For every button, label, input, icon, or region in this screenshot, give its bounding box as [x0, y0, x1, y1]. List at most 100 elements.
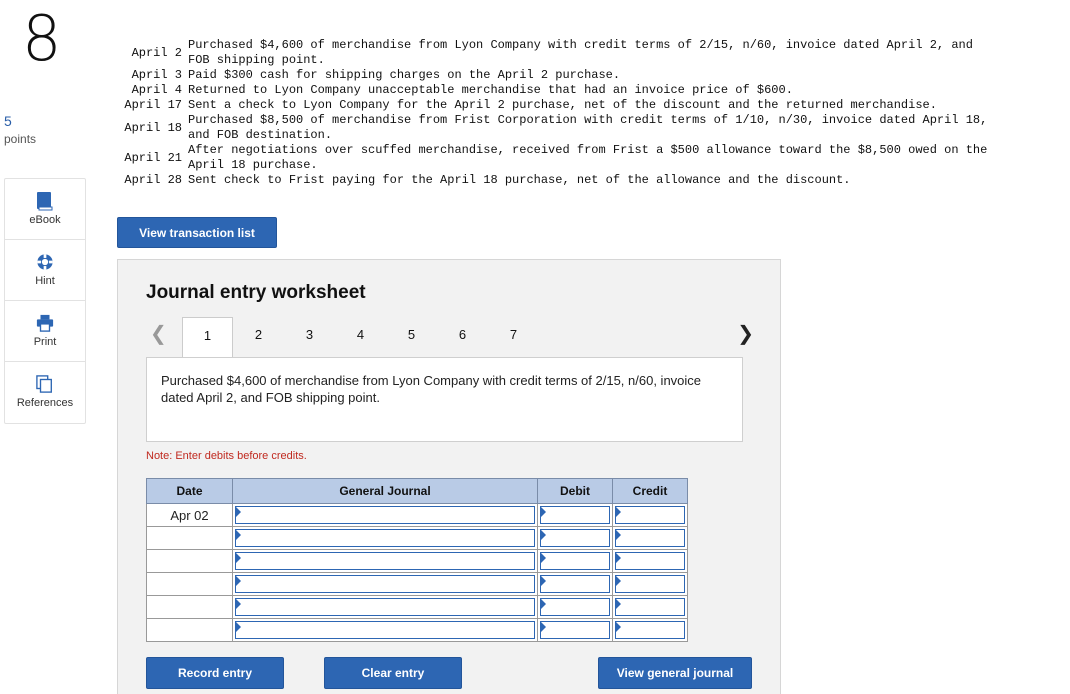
transaction-row: April 2 Purchased $4,600 of merchandise …	[110, 38, 1060, 68]
credit-input[interactable]	[615, 506, 685, 524]
page-tab-1[interactable]: 1	[182, 317, 233, 359]
entry-pager: ❮ 1 2 3 4 5 6 7 ❯	[146, 317, 754, 359]
points-value: 5	[4, 113, 12, 129]
transaction-date: April 21	[124, 150, 182, 165]
transaction-text: Purchased $4,600 of merchandise from Lyo…	[188, 38, 1060, 68]
tool-label-print: Print	[33, 336, 57, 348]
transaction-row: April 18 Purchased $8,500 of merchandise…	[110, 113, 1060, 143]
transaction-line: Purchased $4,600 of merchandise from Lyo…	[188, 38, 973, 52]
transaction-line: Sent check to Frist paying for the April…	[188, 173, 851, 187]
debit-cell[interactable]	[537, 618, 613, 642]
credit-input[interactable]	[615, 621, 685, 639]
transaction-row: April 3 Paid $300 cash for shipping char…	[110, 68, 1060, 83]
credit-cell[interactable]	[612, 595, 688, 619]
debit-cell[interactable]	[537, 572, 613, 596]
account-cell[interactable]	[232, 526, 538, 550]
page-tab-3[interactable]: 3	[284, 317, 335, 358]
transaction-row: April 21 After negotiations over scuffed…	[110, 143, 1060, 173]
column-header-general-journal: General Journal	[232, 478, 538, 504]
table-row	[146, 618, 688, 642]
credit-cell[interactable]	[612, 618, 688, 642]
debit-cell[interactable]	[537, 503, 613, 527]
transaction-line: Returned to Lyon Company unacceptable me…	[188, 83, 793, 97]
page-tab-2[interactable]: 2	[233, 317, 284, 358]
transaction-text: Sent a check to Lyon Company for the Apr…	[188, 98, 1060, 113]
ebook-button[interactable]: eBook	[5, 179, 85, 240]
debit-cell[interactable]	[537, 526, 613, 550]
credit-input[interactable]	[615, 598, 685, 616]
date-cell	[146, 572, 233, 596]
credit-input[interactable]	[615, 552, 685, 570]
date-cell	[146, 595, 233, 619]
credit-cell[interactable]	[612, 503, 688, 527]
debit-cell[interactable]	[537, 549, 613, 573]
journal-entry-worksheet: Journal entry worksheet ❮ 1 2 3 4 5 6 7 …	[117, 259, 781, 694]
print-button[interactable]: Print	[5, 301, 85, 362]
entry-note: Note: Enter debits before credits.	[146, 450, 307, 462]
prev-arrow-icon[interactable]: ❮	[150, 321, 167, 345]
view-general-journal-button[interactable]: View general journal	[598, 657, 752, 689]
book-icon	[37, 192, 53, 211]
tools-panel: eBook Hint Print References	[4, 178, 86, 424]
tool-label-references: References	[16, 397, 74, 409]
transaction-text: Sent check to Frist paying for the April…	[188, 173, 1060, 188]
account-input[interactable]	[235, 575, 535, 593]
table-row	[146, 572, 688, 596]
debit-input[interactable]	[540, 529, 610, 547]
transaction-text: Purchased $8,500 of merchandise from Fri…	[188, 113, 1060, 143]
date-cell: Apr 02	[146, 503, 233, 527]
account-cell[interactable]	[232, 595, 538, 619]
transaction-line: Paid $300 cash for shipping charges on t…	[188, 68, 621, 82]
account-cell[interactable]	[232, 549, 538, 573]
account-input[interactable]	[235, 552, 535, 570]
hint-button[interactable]: Hint	[5, 240, 85, 301]
account-input[interactable]	[235, 621, 535, 639]
transaction-text: After negotiations over scuffed merchand…	[188, 143, 1060, 173]
transaction-line: Purchased $8,500 of merchandise from Fri…	[188, 113, 988, 127]
credit-cell[interactable]	[612, 572, 688, 596]
date-cell	[146, 549, 233, 573]
credit-cell[interactable]	[612, 549, 688, 573]
page-tab-4[interactable]: 4	[335, 317, 386, 358]
transaction-row: April 28 Sent check to Frist paying for …	[110, 173, 1060, 188]
credit-input[interactable]	[615, 575, 685, 593]
transaction-row: April 4 Returned to Lyon Company unaccep…	[110, 83, 1060, 98]
page-tab-5[interactable]: 5	[386, 317, 437, 358]
transaction-text: Paid $300 cash for shipping charges on t…	[188, 68, 1060, 83]
account-input[interactable]	[235, 598, 535, 616]
next-arrow-icon[interactable]: ❯	[737, 321, 754, 345]
column-header-date: Date	[146, 478, 233, 504]
transaction-date: April 4	[131, 83, 182, 97]
transaction-date: April 3	[131, 68, 182, 82]
debit-input[interactable]	[540, 598, 610, 616]
transaction-line: After negotiations over scuffed merchand…	[188, 143, 988, 157]
account-input[interactable]	[235, 529, 535, 547]
debit-cell[interactable]	[537, 595, 613, 619]
date-cell	[146, 526, 233, 550]
transaction-line: and FOB destination.	[188, 128, 333, 142]
transaction-line: April 18 purchase.	[188, 158, 318, 172]
clear-entry-button[interactable]: Clear entry	[324, 657, 462, 689]
references-button[interactable]: References	[5, 362, 85, 423]
account-cell[interactable]	[232, 572, 538, 596]
page-tab-6[interactable]: 6	[437, 317, 488, 358]
view-transaction-list-button[interactable]: View transaction list	[117, 217, 277, 248]
credit-cell[interactable]	[612, 526, 688, 550]
account-cell[interactable]	[232, 503, 538, 527]
account-input[interactable]	[235, 506, 535, 524]
hint-icon	[37, 254, 53, 270]
print-icon	[36, 314, 54, 332]
debit-input[interactable]	[540, 552, 610, 570]
record-entry-button[interactable]: Record entry	[146, 657, 284, 689]
transaction-text: Returned to Lyon Company unacceptable me…	[188, 83, 1060, 98]
debit-input[interactable]	[540, 621, 610, 639]
table-row	[146, 595, 688, 619]
debit-input[interactable]	[540, 506, 610, 524]
debit-input[interactable]	[540, 575, 610, 593]
account-cell[interactable]	[232, 618, 538, 642]
transaction-description: Purchased $4,600 of merchandise from Lyo…	[146, 357, 743, 442]
transaction-line: Sent a check to Lyon Company for the Apr…	[188, 98, 937, 112]
credit-input[interactable]	[615, 529, 685, 547]
question-number: 8	[22, 2, 62, 75]
page-tab-7[interactable]: 7	[488, 317, 539, 358]
